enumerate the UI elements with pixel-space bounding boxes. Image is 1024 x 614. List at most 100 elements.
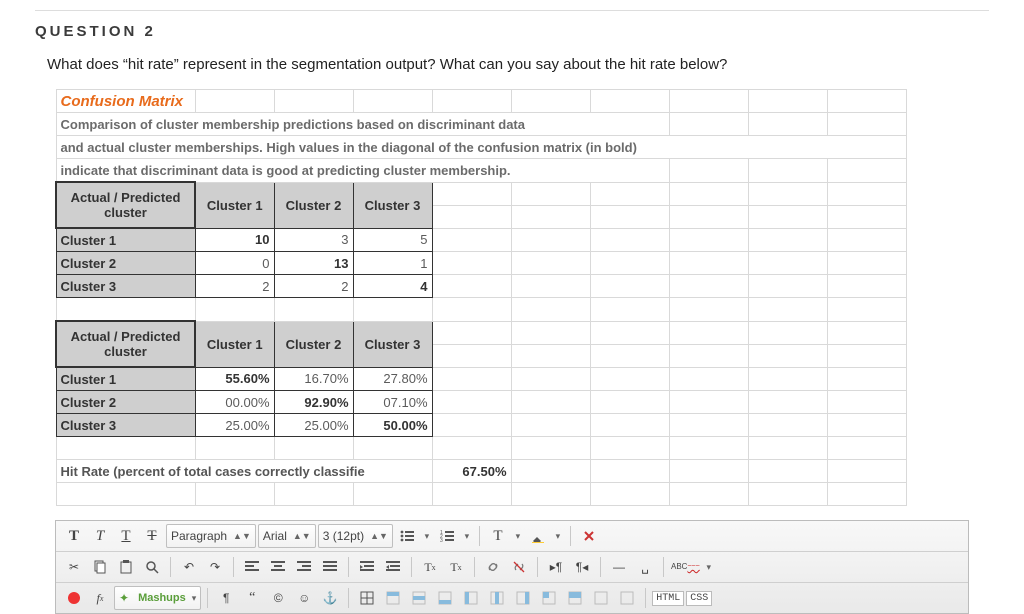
- cut-button[interactable]: ✂: [62, 555, 86, 579]
- spreadsheet: Confusion Matrix Comparison of cluster m…: [55, 89, 907, 506]
- table-col-button[interactable]: [459, 586, 483, 610]
- strikethrough-button[interactable]: T: [140, 524, 164, 548]
- italic-button[interactable]: T: [88, 524, 112, 548]
- nbsp-button[interactable]: ␣: [633, 555, 657, 579]
- table-split-button[interactable]: [589, 586, 613, 610]
- clear-format-button[interactable]: [577, 524, 601, 548]
- pct-cell: 50.00%: [353, 414, 432, 437]
- confusion-title: Confusion Matrix: [56, 90, 195, 113]
- mashups-select[interactable]: ✦Mashups▾: [114, 586, 201, 610]
- number-list-dropdown[interactable]: ▾: [461, 524, 473, 548]
- highlight-button[interactable]: [526, 524, 550, 548]
- find-button[interactable]: [140, 555, 164, 579]
- pct-col-3: Cluster 3: [353, 321, 432, 367]
- indent-button[interactable]: [355, 555, 379, 579]
- table-row-button[interactable]: [381, 586, 405, 610]
- table-cell-button[interactable]: [537, 586, 561, 610]
- undo-button[interactable]: ↶: [177, 555, 201, 579]
- pct-cell: 27.80%: [353, 367, 432, 391]
- pct-row-2: Cluster 2: [56, 391, 195, 414]
- align-center-button[interactable]: [266, 555, 290, 579]
- hit-rate-value: 67.50%: [432, 460, 511, 483]
- bullet-list-dropdown[interactable]: ▾: [421, 524, 433, 548]
- redo-button[interactable]: ↷: [203, 555, 227, 579]
- table-row3-button[interactable]: [433, 586, 457, 610]
- confusion-desc-3: indicate that discriminant data is good …: [56, 159, 669, 183]
- counts-cell: 13: [274, 252, 353, 275]
- hr-button[interactable]: —: [607, 555, 631, 579]
- highlight-dropdown[interactable]: ▾: [552, 524, 564, 548]
- bold-button[interactable]: T: [62, 524, 86, 548]
- link-button[interactable]: [481, 555, 505, 579]
- counts-col-2: Cluster 2: [274, 182, 353, 228]
- emoji-button[interactable]: ☺: [292, 586, 316, 610]
- anchor-button[interactable]: ⚓: [318, 586, 342, 610]
- pct-col-2: Cluster 2: [274, 321, 353, 367]
- size-select[interactable]: 3 (12pt)▲▼: [318, 524, 393, 548]
- spellcheck-button[interactable]: ABC~~~: [670, 555, 701, 579]
- counts-cell: 3: [274, 228, 353, 252]
- counts-col-3: Cluster 3: [353, 182, 432, 228]
- question-label: QUESTION 2: [35, 23, 989, 40]
- counts-row-1: Cluster 1: [56, 228, 195, 252]
- bullet-list-button[interactable]: [395, 524, 419, 548]
- outdent-button[interactable]: [381, 555, 405, 579]
- counts-cell: 2: [195, 275, 274, 298]
- text-color-button[interactable]: T: [486, 524, 510, 548]
- text-color-dropdown[interactable]: ▾: [512, 524, 524, 548]
- counts-cell: 10: [195, 228, 274, 252]
- editor-toolbar: T T T T Paragraph▲▼ Arial▲▼ 3 (12pt)▲▼ ▾…: [55, 520, 969, 614]
- pct-cell: 25.00%: [195, 414, 274, 437]
- unlink-button[interactable]: [507, 555, 531, 579]
- pct-cell: 07.10%: [353, 391, 432, 414]
- number-list-button[interactable]: 123: [435, 524, 459, 548]
- counts-cell: 1: [353, 252, 432, 275]
- superscript-button[interactable]: Tx: [418, 555, 442, 579]
- counts-col-1: Cluster 1: [195, 182, 274, 228]
- ltr-button[interactable]: ▸¶: [544, 555, 568, 579]
- hit-rate-label: Hit Rate (percent of total cases correct…: [56, 460, 432, 483]
- counts-row-3: Cluster 3: [56, 275, 195, 298]
- pct-row-3: Cluster 3: [56, 414, 195, 437]
- pct-cell: 92.90%: [274, 391, 353, 414]
- table-row2-button[interactable]: [407, 586, 431, 610]
- svg-text:3: 3: [440, 538, 443, 542]
- copy-button[interactable]: [88, 555, 112, 579]
- align-justify-button[interactable]: [318, 555, 342, 579]
- pct-col-1: Cluster 1: [195, 321, 274, 367]
- pct-cell: 16.70%: [274, 367, 353, 391]
- counts-corner: Actual / Predicted cluster: [56, 182, 195, 228]
- table-col3-button[interactable]: [511, 586, 535, 610]
- copyright-button[interactable]: ©: [266, 586, 290, 610]
- table-delete-button[interactable]: [615, 586, 639, 610]
- counts-cell: 5: [353, 228, 432, 252]
- align-right-button[interactable]: [292, 555, 316, 579]
- css-view-button[interactable]: CSS: [686, 591, 712, 606]
- confusion-desc-1: Comparison of cluster membership predict…: [56, 113, 669, 136]
- question-text: What does “hit rate” represent in the se…: [47, 54, 989, 75]
- confusion-desc-2: and actual cluster memberships. High val…: [56, 136, 906, 159]
- pct-cell: 55.60%: [195, 367, 274, 391]
- counts-row-2: Cluster 2: [56, 252, 195, 275]
- subscript-button[interactable]: Tx: [444, 555, 468, 579]
- counts-cell: 0: [195, 252, 274, 275]
- align-left-button[interactable]: [240, 555, 264, 579]
- paragraph-select[interactable]: Paragraph▲▼: [166, 524, 256, 548]
- record-button[interactable]: [62, 586, 86, 610]
- html-view-button[interactable]: HTML: [652, 591, 684, 606]
- table-merge-button[interactable]: [563, 586, 587, 610]
- quote-button[interactable]: “: [240, 586, 264, 610]
- font-select[interactable]: Arial▲▼: [258, 524, 316, 548]
- paste-button[interactable]: [114, 555, 138, 579]
- counts-cell: 4: [353, 275, 432, 298]
- underline-button[interactable]: T: [114, 524, 138, 548]
- spellcheck-dropdown[interactable]: ▾: [703, 555, 715, 579]
- pct-cell: 25.00%: [274, 414, 353, 437]
- rtl-button[interactable]: ¶◂: [570, 555, 594, 579]
- pct-cell: 00.00%: [195, 391, 274, 414]
- show-blocks-button[interactable]: ¶: [214, 586, 238, 610]
- table-col2-button[interactable]: [485, 586, 509, 610]
- fx-button[interactable]: fx: [88, 586, 112, 610]
- counts-cell: 2: [274, 275, 353, 298]
- table-button[interactable]: [355, 586, 379, 610]
